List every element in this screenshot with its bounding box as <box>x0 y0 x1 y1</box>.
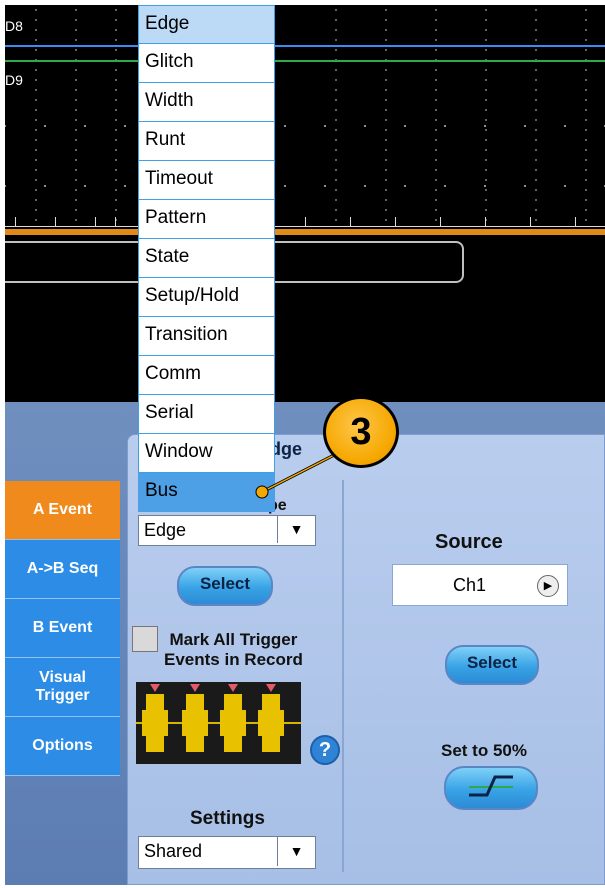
axis-tick <box>15 217 16 227</box>
chevron-down-icon: ▼ <box>277 837 315 866</box>
menu-item-state[interactable]: State <box>138 239 275 278</box>
grid-column <box>485 5 487 235</box>
d8-trace <box>5 45 605 47</box>
channel-label-d9: D9 <box>5 72 23 88</box>
source-select-button[interactable]: Select <box>445 645 539 685</box>
tab-a-event[interactable]: A Event <box>5 481 120 540</box>
grid-column <box>35 5 37 235</box>
type-select-button[interactable]: Select <box>177 566 273 606</box>
source-value: Ch1 <box>453 575 487 595</box>
set-50-label: Set to 50% <box>441 741 527 760</box>
menu-item-width[interactable]: Width <box>138 83 275 122</box>
settings-label: Settings <box>190 808 265 829</box>
menu-item-runt[interactable]: Runt <box>138 122 275 161</box>
axis-tick <box>485 217 486 227</box>
edge-level-icon <box>469 775 513 797</box>
grid-column <box>535 5 537 235</box>
axis-tick <box>55 217 56 227</box>
d9-top-trace <box>5 60 605 62</box>
settings-value: Shared <box>144 841 203 861</box>
channel-label-d8: D8 <box>5 18 23 34</box>
grid-column <box>115 5 117 235</box>
menu-item-serial[interactable]: Serial <box>138 395 275 434</box>
mark-all-checkbox[interactable] <box>132 626 158 652</box>
source-label: Source <box>435 531 503 553</box>
menu-item-pattern[interactable]: Pattern <box>138 200 275 239</box>
step-callout: 3 <box>323 396 399 468</box>
axis-tick <box>95 217 96 227</box>
tab-options[interactable]: Options <box>5 717 120 776</box>
grid-column <box>385 5 387 235</box>
grid-column <box>585 5 587 235</box>
panel-divider <box>342 480 344 872</box>
axis-tick <box>350 217 351 227</box>
grid-column <box>75 5 77 235</box>
axis-tick <box>395 217 396 227</box>
trigger-type-value: Edge <box>144 520 187 540</box>
grid-column <box>435 5 437 235</box>
axis-tick <box>530 217 531 227</box>
axis-tick <box>440 217 441 227</box>
help-icon[interactable]: ? <box>310 735 340 765</box>
record-bar <box>5 229 605 235</box>
trigger-events-image <box>136 682 301 764</box>
trigger-type-dropdown[interactable]: Edge ▼ <box>138 515 316 546</box>
settings-dropdown[interactable]: Shared ▼ <box>138 836 316 869</box>
grid-row <box>5 185 605 187</box>
mark-all-label: Mark All Trigger Events in Record <box>164 630 303 669</box>
grid-column <box>335 5 337 235</box>
tab-visual-trigger[interactable]: Visual Trigger <box>5 658 120 717</box>
menu-item-timeout[interactable]: Timeout <box>138 161 275 200</box>
trigger-type-menu: Edge Glitch Width Runt Timeout Pattern S… <box>138 5 275 512</box>
menu-item-setup-hold[interactable]: Setup/Hold <box>138 278 275 317</box>
waveform-display: D8 D9 <box>5 5 605 402</box>
grid-row <box>5 125 605 127</box>
menu-item-glitch[interactable]: Glitch <box>138 44 275 83</box>
source-selector[interactable]: Ch1 ▶ <box>392 564 568 606</box>
axis-tick <box>115 217 116 227</box>
set-to-50-button[interactable] <box>444 766 538 810</box>
axis-tick <box>305 217 306 227</box>
axis-tick <box>575 217 576 227</box>
menu-item-edge[interactable]: Edge <box>138 5 275 44</box>
chevron-down-icon: ▼ <box>277 516 315 543</box>
play-arrow-icon: ▶ <box>537 575 559 597</box>
menu-item-comm[interactable]: Comm <box>138 356 275 395</box>
tab-a-b-seq[interactable]: A->B Seq <box>5 540 120 599</box>
tab-b-event[interactable]: B Event <box>5 599 120 658</box>
menu-item-transition[interactable]: Transition <box>138 317 275 356</box>
